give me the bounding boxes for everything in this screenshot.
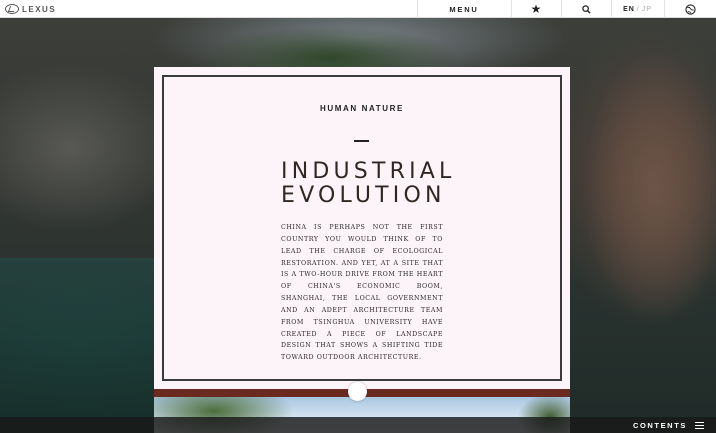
- globe-icon: [684, 3, 696, 15]
- article-title: INDUSTRIAL EVOLUTION: [281, 160, 451, 208]
- language-separator: /: [636, 5, 640, 13]
- article-title-line-1: INDUSTRIAL: [281, 159, 456, 184]
- lexus-logo-icon: [5, 4, 19, 14]
- article-body: China is perhaps not the first country y…: [281, 224, 443, 362]
- menu-button[interactable]: MENU: [417, 0, 511, 18]
- logo-wordmark: LEXUS: [22, 4, 57, 14]
- contents-bar: CONTENTS: [0, 417, 716, 433]
- top-navigation-bar: LEXUS MENU ★ EN / JP: [0, 0, 716, 18]
- article-section-label: HUMAN NATURE: [320, 104, 404, 113]
- search-icon: [581, 4, 591, 14]
- scroll-handle[interactable]: [348, 382, 367, 401]
- region-button[interactable]: [664, 0, 716, 18]
- hamburger-icon: [695, 421, 704, 429]
- search-button[interactable]: [561, 0, 611, 18]
- contents-label: CONTENTS: [632, 420, 687, 430]
- star-icon: ★: [530, 2, 542, 16]
- language-en[interactable]: EN: [623, 6, 635, 13]
- contents-button[interactable]: CONTENTS: [633, 417, 704, 433]
- title-divider: [354, 140, 369, 142]
- article-card: HUMAN NATURE INDUSTRIAL EVOLUTION China …: [154, 67, 570, 389]
- article-title-line-2: EVOLUTION: [281, 183, 446, 208]
- language-jp[interactable]: JP: [642, 6, 652, 13]
- language-switcher: EN / JP: [611, 0, 664, 18]
- brand-logo[interactable]: LEXUS: [5, 3, 56, 15]
- favorites-button[interactable]: ★: [511, 0, 561, 18]
